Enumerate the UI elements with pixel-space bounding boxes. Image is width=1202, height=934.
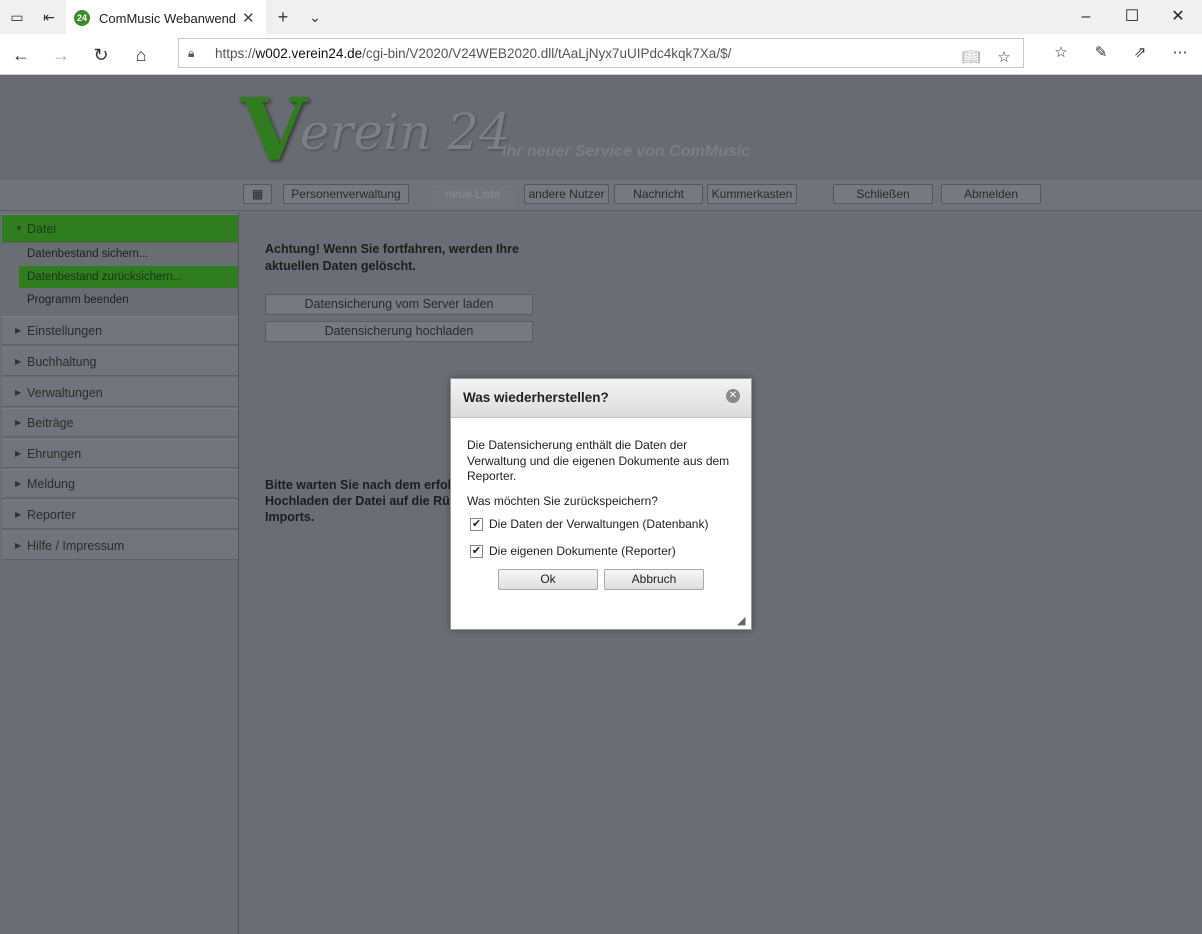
sidebar-section-meldung[interactable]: ▶ Meldung <box>2 469 238 498</box>
database-checkbox[interactable]: ✔ <box>470 518 483 531</box>
app-toolbar: ▦ Personenverwaltung neue Liste andere N… <box>0 180 1202 211</box>
sidebar-section-einstellungen[interactable]: ▶ Einstellungen <box>2 316 238 345</box>
reading-view-icon[interactable]: 📖︎ <box>961 48 981 68</box>
collapsed-arrow-icon: ▶ <box>15 357 22 366</box>
minimize-icon[interactable]: – <box>1075 6 1097 28</box>
wait-line: Bitte warten Sie nach dem erfolg <box>265 478 451 492</box>
tab-title: ComMusic Webanwend <box>99 11 237 26</box>
sidebar-section-label: Hilfe / Impressum <box>27 539 125 553</box>
schliessen-button[interactable]: Schließen <box>833 184 933 204</box>
collapsed-arrow-icon: ▶ <box>15 388 22 397</box>
dialog-header[interactable]: Was wiederherstellen? ✕ <box>451 379 751 418</box>
wait-line: Hochladen der Datei auf die Rück <box>265 494 451 508</box>
kummerkasten-button[interactable]: Kummerkasten <box>707 184 797 204</box>
nachricht-button[interactable]: Nachricht <box>614 184 703 204</box>
personenverwaltung-button[interactable]: Personenverwaltung <box>283 184 409 204</box>
refresh-icon[interactable]: ↻ <box>90 44 112 66</box>
sidebar-section-buchhaltung[interactable]: ▶ Buchhaltung <box>2 347 238 376</box>
dialog-title: Was wiederherstellen? <box>463 390 609 405</box>
wait-instructions: Bitte warten Sie nach dem erfolg Hochlad… <box>265 477 451 525</box>
load-backup-from-server-button[interactable]: Datensicherung vom Server laden <box>265 294 533 315</box>
sidebar-section-verwaltungen[interactable]: ▶ Verwaltungen <box>2 378 238 407</box>
more-menu-icon[interactable]: ⋯ <box>1170 43 1190 63</box>
sidebar-item-programm-beenden[interactable]: Programm beenden <box>19 289 238 311</box>
forward-icon[interactable]: → <box>50 44 72 66</box>
sidebar-item-datenbestand-zuruecksichern[interactable]: Datenbestand zurücksichern... <box>19 266 238 288</box>
new-tab-icon[interactable]: + <box>274 8 292 26</box>
sidebar-section-reporter[interactable]: ▶ Reporter <box>2 500 238 529</box>
sidebar-section-ehrungen[interactable]: ▶ Ehrungen <box>2 439 238 468</box>
sidebar-section-label: Beiträge <box>27 416 74 430</box>
collapsed-arrow-icon: ▶ <box>15 418 22 427</box>
collapsed-arrow-icon: ▶ <box>15 510 22 519</box>
documents-checkbox[interactable]: ✔ <box>470 545 483 558</box>
dialog-message: Die Datensicherung enthält die Daten der… <box>467 438 730 483</box>
back-icon[interactable]: ← <box>10 44 32 66</box>
expanded-arrow-icon: ▼ <box>15 224 23 233</box>
wait-line: Imports. <box>265 510 315 524</box>
abmelden-button[interactable]: Abmelden <box>941 184 1041 204</box>
warning-text: Achtung! Wenn Sie fortfahren, werden Ihr… <box>265 242 519 273</box>
neue-liste-button[interactable]: neue Liste <box>428 184 518 204</box>
upload-backup-button[interactable]: Datensicherung hochladen <box>265 321 533 342</box>
pen-notes-icon[interactable]: ✎ <box>1091 43 1111 63</box>
sidebar-section-hilfe-impressum[interactable]: ▶ Hilfe / Impressum <box>2 531 238 560</box>
page-header: V erein 24 Ihr neuer Service von ComMusi… <box>0 75 1202 181</box>
sidebar-section-label: Meldung <box>27 477 75 491</box>
andere-nutzer-button[interactable]: andere Nutzer <box>524 184 609 204</box>
share-icon[interactable]: ⇗ <box>1130 43 1150 63</box>
tagline: Ihr neuer Service von ComMusic <box>502 143 751 160</box>
url-text: https://w002.verein24.de/cgi-bin/V2020/V… <box>215 46 732 61</box>
sidebar-section-label: Einstellungen <box>27 324 103 338</box>
sidebar-item-datenbestand-sichern[interactable]: Datenbestand sichern... <box>19 243 238 265</box>
sidebar-section-label: Reporter <box>27 508 76 522</box>
close-icon[interactable]: ✕ <box>726 389 740 403</box>
close-window-icon[interactable]: ✕ <box>1167 6 1189 28</box>
ok-button[interactable]: Ok <box>498 569 598 590</box>
collapsed-arrow-icon: ▶ <box>15 449 22 458</box>
tab-favicon-icon: 24 <box>74 10 90 26</box>
dialog-question: Was möchten Sie zurückspeichern? <box>467 494 658 508</box>
tab-actions-icon[interactable]: ▭ <box>8 8 26 26</box>
sidebar-section-label: Buchhaltung <box>27 355 97 369</box>
sidebar-section-label: Verwaltungen <box>27 386 103 400</box>
collapsed-arrow-icon: ▶ <box>15 541 22 550</box>
set-tabs-aside-icon[interactable]: ⇤ <box>40 8 58 26</box>
database-checkbox-label: Die Daten der Verwaltungen (Datenbank) <box>489 517 709 531</box>
menu-toggle-icon[interactable]: ▦ <box>243 184 272 204</box>
browser-tab[interactable]: 24 ComMusic Webanwend ✕ <box>66 0 266 34</box>
sidebar-section-beitraege[interactable]: ▶ Beiträge <box>2 408 238 437</box>
maximize-icon[interactable]: ☐ <box>1121 6 1143 28</box>
browser-tab-bar: ▭ ⇤ 24 ComMusic Webanwend ✕ + ⌄ – ☐ ✕ <box>0 0 1202 35</box>
sidebar: ▼ Datei Datenbestand sichern... Datenbes… <box>2 212 239 934</box>
collapsed-arrow-icon: ▶ <box>15 479 22 488</box>
sidebar-section-datei[interactable]: ▼ Datei <box>2 214 238 243</box>
collapsed-arrow-icon: ▶ <box>15 326 22 335</box>
restore-dialog: Was wiederherstellen? ✕ Die Datensicheru… <box>450 378 752 630</box>
resize-grip-icon[interactable]: ◢ <box>737 615 749 627</box>
logo-v: V <box>240 80 307 181</box>
url-field[interactable]: 🔒︎ https://w002.verein24.de/cgi-bin/V202… <box>178 38 1024 68</box>
tab-list-chevron-icon[interactable]: ⌄ <box>306 8 324 26</box>
cancel-button[interactable]: Abbruch <box>604 569 704 590</box>
browser-address-bar: ← → ↻ ⌂ 🔒︎ https://w002.verein24.de/cgi-… <box>0 34 1202 75</box>
sidebar-section-label: Datei <box>27 222 57 236</box>
home-icon[interactable]: ⌂ <box>130 44 152 66</box>
favorite-star-icon[interactable]: ☆ <box>994 48 1014 68</box>
lock-icon: 🔒︎ <box>188 46 195 60</box>
favorites-list-icon[interactable]: ☆ <box>1051 43 1071 63</box>
documents-checkbox-label: Die eigenen Dokumente (Reporter) <box>489 544 676 558</box>
logo-text: erein 24 <box>300 103 511 161</box>
tab-close-icon[interactable]: ✕ <box>242 9 255 27</box>
sidebar-section-label: Ehrungen <box>27 447 82 461</box>
